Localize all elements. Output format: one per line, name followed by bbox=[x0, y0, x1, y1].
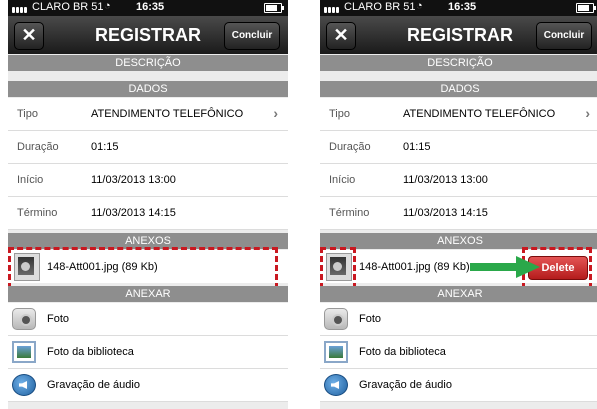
field-value: 11/03/2013 14:15 bbox=[403, 207, 488, 219]
field-row-termino[interactable]: Término 11/03/2013 14:15 bbox=[8, 197, 288, 230]
add-audio-option[interactable]: Gravação de áudio bbox=[8, 369, 288, 402]
field-value: 01:15 bbox=[91, 141, 119, 153]
phone-screen-after: CLARO BR 51 ◔ 16:35 ✕ REGISTRAR Concluir… bbox=[320, 0, 597, 409]
highlight-swipe-row bbox=[8, 247, 278, 289]
section-anexar: ANEXAR bbox=[8, 286, 288, 302]
field-value: 11/03/2013 13:00 bbox=[403, 174, 488, 186]
field-row-inicio[interactable]: Início 11/03/2013 13:00 bbox=[320, 164, 597, 197]
field-row-inicio[interactable]: Início 11/03/2013 13:00 bbox=[8, 164, 288, 197]
field-value: ATENDIMENTO TELEFÔNICO bbox=[403, 108, 556, 120]
attachment-name: 148-Att001.jpg (89 Kb) bbox=[359, 261, 470, 273]
audio-recording-icon bbox=[12, 374, 36, 396]
field-value: 01:15 bbox=[403, 141, 431, 153]
field-value: ATENDIMENTO TELEFÔNICO bbox=[91, 108, 244, 120]
field-label: Tipo bbox=[17, 108, 38, 120]
status-time: 16:35 bbox=[448, 1, 477, 13]
swipe-arrow-icon bbox=[470, 256, 540, 278]
option-label: Gravação de áudio bbox=[47, 379, 140, 391]
add-library-photo-option[interactable]: Foto da biblioteca bbox=[8, 336, 288, 369]
carrier-label: CLARO BR 51 bbox=[32, 1, 104, 13]
field-value: 11/03/2013 13:00 bbox=[91, 174, 176, 186]
field-label: Duração bbox=[329, 141, 371, 153]
photo-library-icon bbox=[12, 341, 36, 363]
done-button[interactable]: Concluir bbox=[536, 22, 592, 50]
field-label: Tipo bbox=[329, 108, 350, 120]
option-label: Foto da biblioteca bbox=[47, 346, 134, 358]
section-dados: DADOS bbox=[8, 81, 288, 97]
done-button[interactable]: Concluir bbox=[224, 22, 280, 50]
wifi-icon: ◔ bbox=[416, 0, 423, 12]
signal-icon bbox=[12, 4, 28, 16]
add-library-photo-option[interactable]: Foto da biblioteca bbox=[320, 336, 597, 369]
section-descricao[interactable]: DESCRIÇÃO bbox=[320, 55, 597, 71]
status-bar: CLARO BR 51 ◔ 16:35 bbox=[8, 0, 288, 16]
signal-icon bbox=[324, 4, 340, 16]
highlight-thumbnail bbox=[320, 247, 356, 289]
section-anexar: ANEXAR bbox=[320, 286, 597, 302]
field-value: 11/03/2013 14:15 bbox=[91, 207, 176, 219]
option-label: Foto bbox=[359, 313, 382, 325]
field-row-duracao[interactable]: Duração 01:15 bbox=[8, 131, 288, 164]
navigation-bar: ✕ REGISTRAR Concluir bbox=[320, 16, 597, 54]
photo-library-icon bbox=[324, 341, 348, 363]
field-row-termino[interactable]: Término 11/03/2013 14:15 bbox=[320, 197, 597, 230]
option-label: Foto bbox=[47, 313, 70, 325]
field-label: Início bbox=[329, 174, 356, 186]
status-bar: CLARO BR 51 ◔ 16:35 bbox=[320, 0, 597, 16]
option-label: Gravação de áudio bbox=[359, 379, 452, 391]
field-row-tipo[interactable]: Tipo ATENDIMENTO TELEFÔNICO › bbox=[8, 98, 288, 131]
wifi-icon: ◔ bbox=[104, 0, 111, 12]
add-audio-option[interactable]: Gravação de áudio bbox=[320, 369, 597, 402]
field-label: Término bbox=[17, 207, 58, 219]
camera-icon bbox=[324, 308, 348, 330]
battery-icon bbox=[264, 3, 284, 13]
phone-screen-before: CLARO BR 51 ◔ 16:35 ✕ REGISTRAR Concluir… bbox=[8, 0, 288, 409]
audio-recording-icon bbox=[324, 374, 348, 396]
add-photo-option[interactable]: Foto bbox=[8, 303, 288, 336]
field-row-duracao[interactable]: Duração 01:15 bbox=[320, 131, 597, 164]
battery-icon bbox=[576, 3, 596, 13]
section-descricao[interactable]: DESCRIÇÃO bbox=[8, 55, 288, 71]
navigation-bar: ✕ REGISTRAR Concluir bbox=[8, 16, 288, 54]
field-label: Término bbox=[329, 207, 370, 219]
section-dados: DADOS bbox=[320, 81, 597, 97]
field-row-tipo[interactable]: Tipo ATENDIMENTO TELEFÔNICO › bbox=[320, 98, 597, 131]
field-label: Duração bbox=[17, 141, 59, 153]
chevron-right-icon: › bbox=[273, 105, 278, 121]
carrier-label: CLARO BR 51 bbox=[344, 1, 416, 13]
status-time: 16:35 bbox=[136, 1, 165, 13]
option-label: Foto da biblioteca bbox=[359, 346, 446, 358]
field-label: Início bbox=[17, 174, 44, 186]
camera-icon bbox=[12, 308, 36, 330]
chevron-right-icon: › bbox=[585, 105, 590, 121]
add-photo-option[interactable]: Foto bbox=[320, 303, 597, 336]
